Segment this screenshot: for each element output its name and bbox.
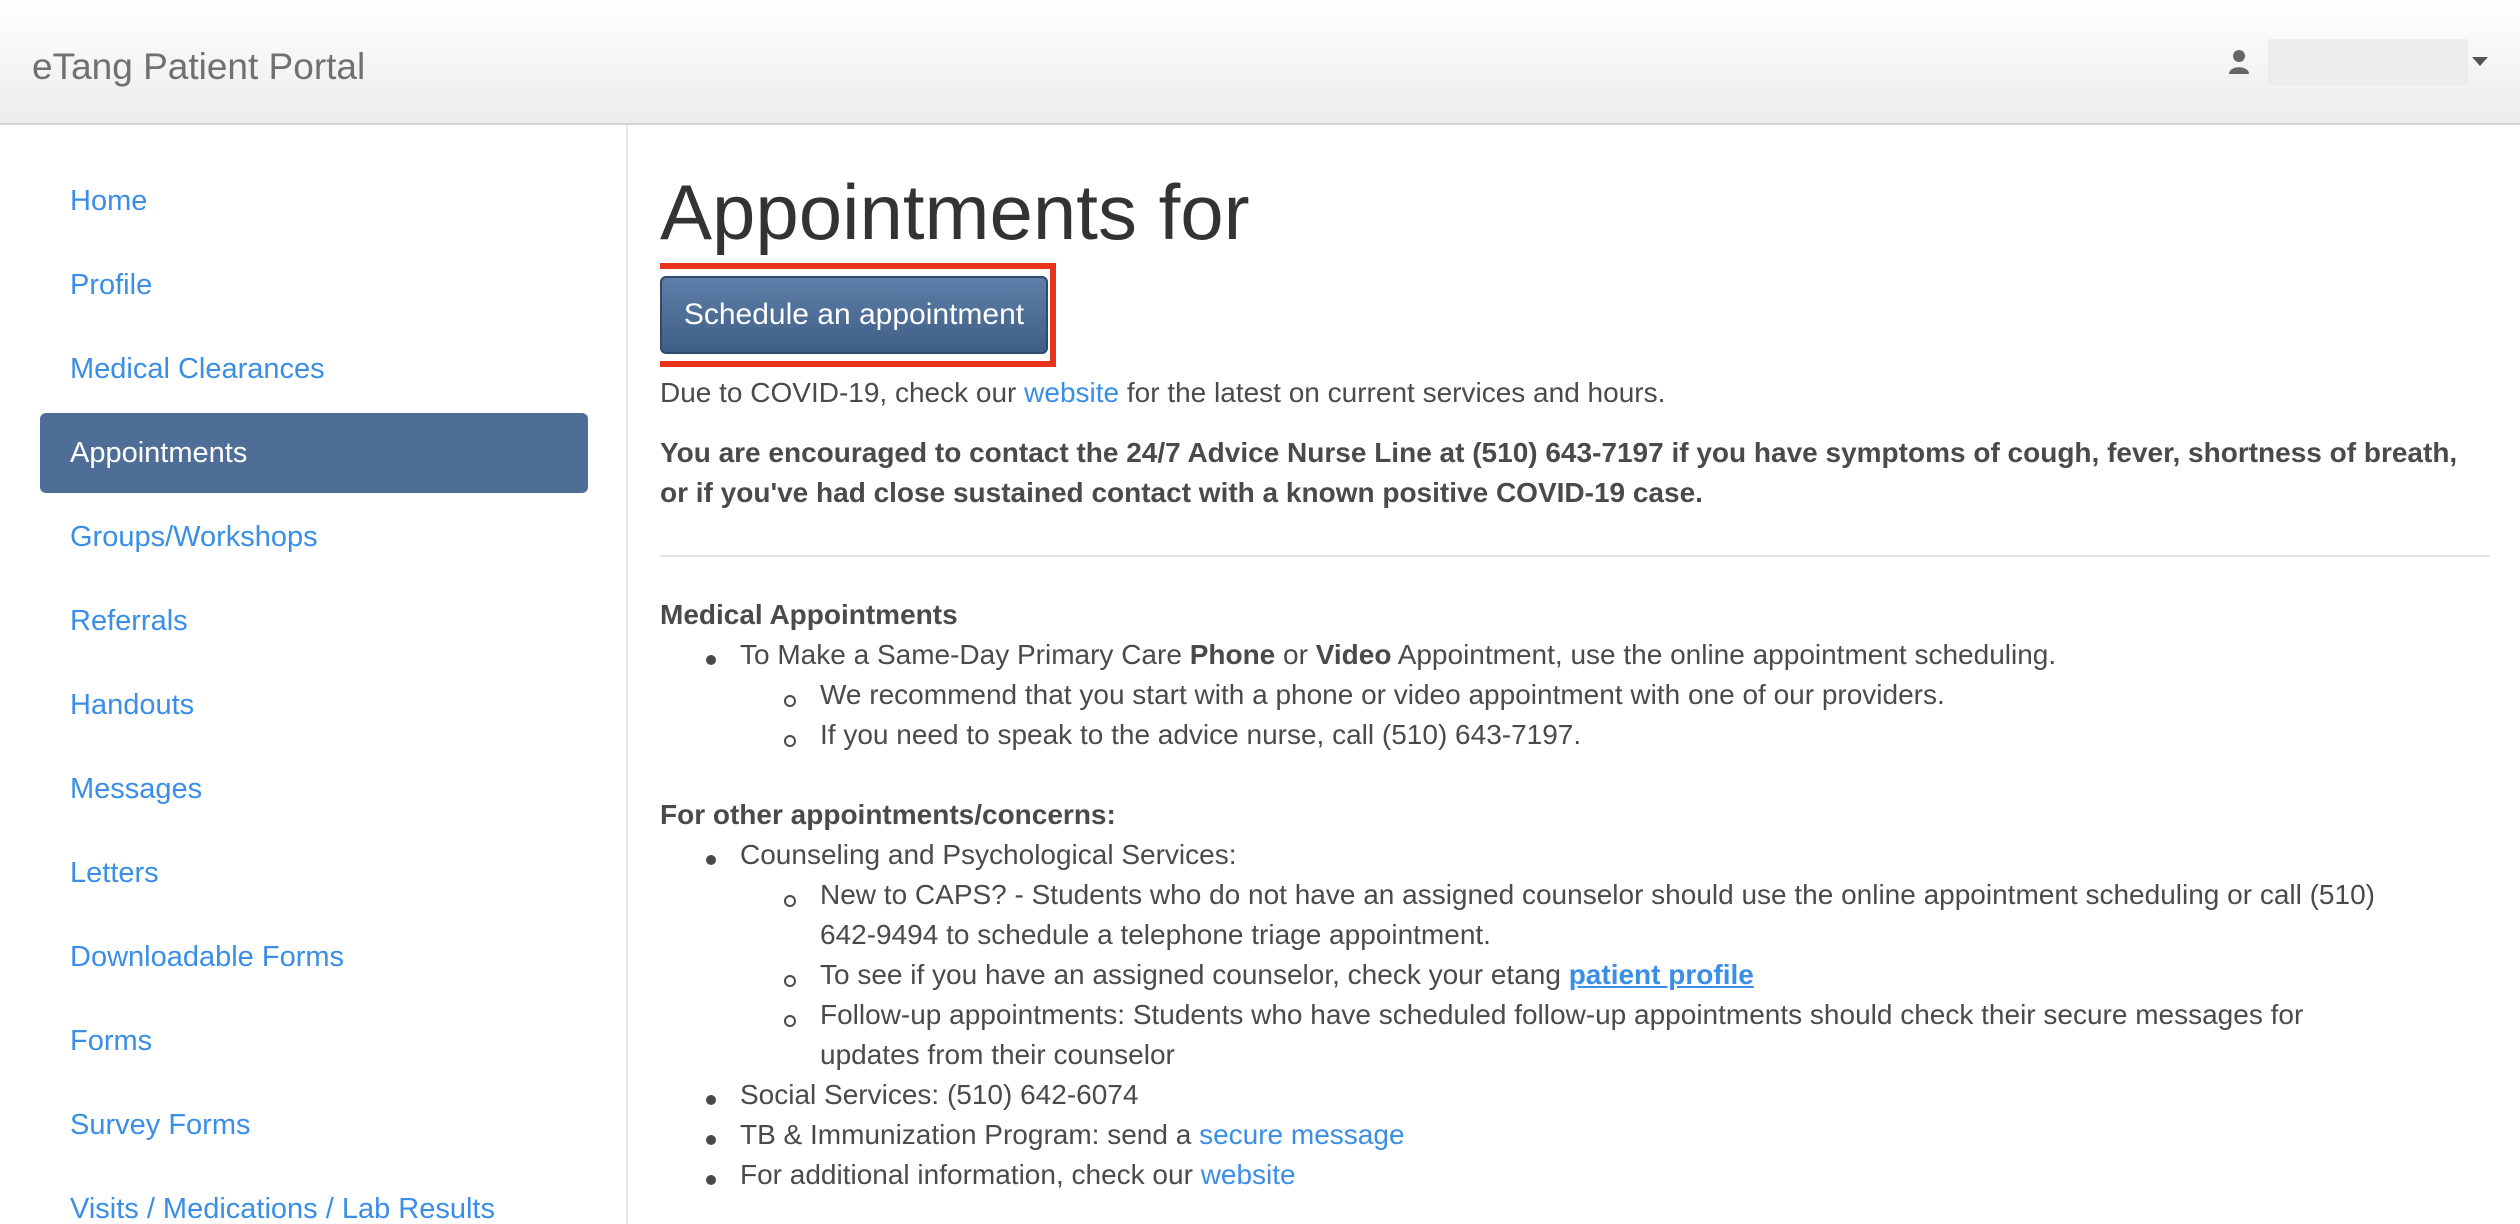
list-item-text: For additional information, check our (740, 1159, 1201, 1190)
bullet-icon (706, 655, 716, 665)
user-name-redacted[interactable] (2268, 39, 2468, 85)
sidebar-item-visits-medications-lab-results[interactable]: Visits / Medications / Lab Results (40, 1169, 588, 1224)
list-item-continued: 642-9494 to schedule a telephone triage … (820, 919, 1491, 950)
list-item: To Make a Same-Day Primary Care Phone or… (740, 635, 2056, 675)
list-item: If you need to speak to the advice nurse… (820, 719, 1582, 750)
sidebar-item-referrals[interactable]: Referrals (40, 581, 588, 661)
sidebar-item-appointments[interactable]: Appointments (40, 413, 588, 493)
sidebar-item-downloadable-forms[interactable]: Downloadable Forms (40, 917, 588, 997)
list-item-continued: updates from their counselor (820, 1039, 1175, 1070)
list-item-text: Appointment, use the online appointment … (1391, 639, 2057, 670)
list-item: For additional information, check our we… (740, 1155, 1296, 1195)
list-item: Follow-up appointments: Students who hav… (820, 999, 2304, 1030)
circle-bullet-icon (784, 695, 796, 707)
list-item-text: To see if you have an assigned counselor… (820, 959, 1569, 990)
list-item-text: TB & Immunization Program: send a (740, 1119, 1200, 1150)
covid-notice: Due to COVID-19, check our website for t… (660, 373, 1665, 413)
medical-appointments-heading: Medical Appointments (660, 599, 958, 630)
covid-notice-suffix: for the latest on current services and h… (1119, 377, 1666, 408)
covid-notice-prefix: Due to COVID-19, check our (660, 377, 1025, 408)
circle-bullet-icon (784, 975, 796, 987)
sidebar-item-handouts[interactable]: Handouts (40, 665, 588, 745)
list-item: Social Services: (510) 642-6074 (740, 1079, 1139, 1110)
covid-website-link[interactable]: website (1024, 377, 1119, 408)
sidebar-item-letters[interactable]: Letters (40, 833, 588, 913)
divider (660, 555, 2490, 557)
advice-nurse-notice: You are encouraged to contact the 24/7 A… (660, 437, 2458, 508)
phone-label: Phone (1189, 639, 1276, 670)
list-item: TB & Immunization Program: send a secure… (740, 1115, 1405, 1155)
sidebar: Home Profile Medical Clearances Appointm… (0, 125, 628, 1224)
circle-bullet-icon (784, 895, 796, 907)
main-content: Appointments for Schedule an appointment… (660, 125, 2490, 1224)
sidebar-item-medical-clearances[interactable]: Medical Clearances (40, 329, 588, 409)
circle-bullet-icon (784, 1015, 796, 1027)
schedule-appointment-button[interactable]: Schedule an appointment (660, 276, 1048, 354)
list-item-text: To Make a Same-Day Primary Care (740, 639, 1190, 670)
bullet-icon (706, 1095, 716, 1105)
additional-website-link[interactable]: website (1201, 1159, 1296, 1190)
user-menu[interactable] (2222, 38, 2492, 86)
bullet-icon (706, 1135, 716, 1145)
other-appointments-heading: For other appointments/concerns: (660, 799, 1116, 830)
list-item: To see if you have an assigned counselor… (820, 955, 1754, 995)
caret-down-icon (2468, 57, 2492, 67)
user-icon (2222, 45, 2256, 79)
sidebar-item-groups-workshops[interactable]: Groups/Workshops (40, 497, 588, 577)
bullet-icon (706, 1175, 716, 1185)
sidebar-item-messages[interactable]: Messages (40, 749, 588, 829)
patient-profile-link[interactable]: patient profile (1569, 959, 1754, 990)
list-item: We recommend that you start with a phone… (820, 679, 1945, 710)
sidebar-item-profile[interactable]: Profile (40, 245, 588, 325)
video-label: Video (1315, 639, 1392, 670)
secure-message-link[interactable]: secure message (1199, 1119, 1404, 1150)
sidebar-item-survey-forms[interactable]: Survey Forms (40, 1085, 588, 1165)
list-item: Counseling and Psychological Services: (740, 839, 1237, 870)
sidebar-item-forms[interactable]: Forms (40, 1001, 588, 1081)
page-title: Appointments for (660, 168, 1250, 256)
list-item: New to CAPS? - Students who do not have … (820, 879, 2375, 910)
top-navbar: eTang Patient Portal (0, 0, 2520, 125)
sidebar-item-home[interactable]: Home (40, 161, 588, 241)
circle-bullet-icon (784, 735, 796, 747)
bullet-icon (706, 855, 716, 865)
list-item-text: or (1275, 639, 1316, 670)
portal-brand[interactable]: eTang Patient Portal (32, 48, 365, 85)
